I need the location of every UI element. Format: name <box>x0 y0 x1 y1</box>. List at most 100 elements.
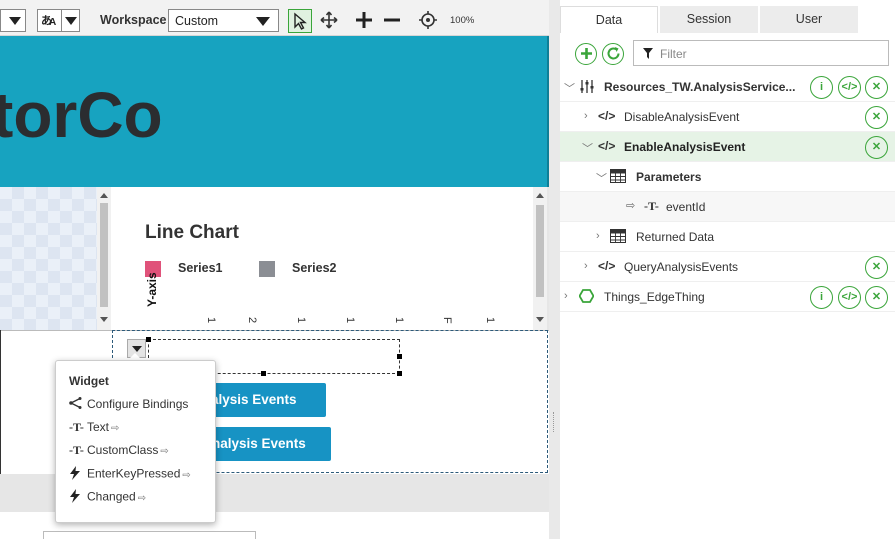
y-axis-label: Y-axis <box>145 272 159 307</box>
filter-input[interactable]: Filter <box>633 40 889 66</box>
chevron-down-icon[interactable]: ﹀ <box>596 170 607 186</box>
series2-swatch <box>259 261 275 277</box>
chart-scrollbar[interactable] <box>533 187 547 330</box>
left-scrollbar[interactable] <box>97 187 111 330</box>
panel-border <box>0 330 1 474</box>
language-dropdown-button[interactable] <box>61 9 80 32</box>
x-tick-label: 2 <box>246 317 258 324</box>
tree-label: Resources_TW.AnalysisService... <box>604 80 796 94</box>
menu-item-label: Changed <box>87 489 136 504</box>
tree-label: DisableAnalysisEvent <box>624 110 740 124</box>
workspace-label: Workspace <box>100 13 167 27</box>
tree-row-enable-analysis-event[interactable]: ﹀ </> EnableAnalysisEvent ✕ <box>560 132 895 162</box>
tab-user[interactable]: User <box>760 6 858 33</box>
builder-toolbar: あ A Workspace Custom 100% <box>0 0 556 36</box>
menu-item-label: Text <box>87 420 110 434</box>
info-icon[interactable]: i <box>810 286 833 309</box>
refresh-icon[interactable] <box>602 43 624 65</box>
service-code-icon: </> <box>598 139 616 153</box>
remove-icon[interactable]: ✕ <box>865 106 888 129</box>
panel-tabs: Data Session User <box>560 6 895 33</box>
x-tick-label: 1 <box>205 317 217 324</box>
select-pointer-icon[interactable] <box>288 9 312 33</box>
series2-label: Series2 <box>292 261 337 275</box>
panel-splitter[interactable] <box>549 0 560 539</box>
chevron-down-icon[interactable]: ﹀ <box>582 140 593 156</box>
header-banner[interactable]: torCo <box>0 36 549 187</box>
resize-handle[interactable] <box>146 337 151 342</box>
thing-hexagon-icon <box>578 289 595 306</box>
chevron-down-icon[interactable]: ﹀ <box>564 80 575 96</box>
remove-icon[interactable]: ✕ <box>865 286 888 309</box>
service-code-icon: </> <box>598 109 616 123</box>
menu-arrow-icon: ⇨ <box>111 423 120 434</box>
remove-icon[interactable]: ✕ <box>865 136 888 159</box>
line-chart-widget[interactable]: Line Chart Series1 Series2 Y-axis 1 2 1 1 1 F… <box>111 187 547 330</box>
resize-handle[interactable] <box>261 371 266 376</box>
menu-arrow-icon: ⇨ <box>160 446 169 457</box>
bottom-widget[interactable] <box>43 531 256 539</box>
code-icon[interactable]: </> <box>838 76 861 99</box>
tab-session[interactable]: Session <box>660 6 758 33</box>
language-icon[interactable]: あ A <box>37 9 62 32</box>
service-code-icon: </> <box>598 259 616 273</box>
chart-title: Line Chart <box>145 222 239 243</box>
enable-analysis-events-button[interactable]: nalysis Events <box>196 427 331 461</box>
menu-item-configure-bindings[interactable]: Configure Bindings <box>69 397 188 415</box>
menu-arrow-icon: ⇨ <box>137 492 147 504</box>
data-panel: Data Session User Filter ﹀ Resources_TW.… <box>560 0 895 539</box>
table-icon <box>610 229 626 246</box>
fit-target-icon[interactable] <box>417 9 441 33</box>
workspace-select[interactable]: Custom <box>168 9 279 32</box>
widget-context-menu: Widget Configure Bindings -T- Text ⇨ -T- Cu… <box>55 360 216 523</box>
button-label: alysis Events <box>211 392 297 407</box>
chevron-right-icon[interactable]: › <box>564 290 568 302</box>
resize-handle[interactable] <box>397 354 402 359</box>
zoom-out-icon[interactable] <box>381 9 405 33</box>
menu-item-label: Configure Bindings <box>87 397 189 411</box>
chevron-right-icon[interactable]: › <box>584 260 588 272</box>
series1-label: Series1 <box>178 261 223 275</box>
workspace-value: Custom <box>175 14 219 28</box>
zoom-in-icon[interactable] <box>353 9 377 33</box>
menu-item-customclass[interactable]: -T- CustomClass ⇨ <box>69 443 169 461</box>
tree-row-resource[interactable]: ﹀ Resources_TW.AnalysisService... i </> … <box>560 72 895 102</box>
tree-row-returned-data[interactable]: › Returned Data <box>560 222 895 252</box>
mashup-builder: あ A Workspace Custom 100% torCo Line Cha… <box>0 0 895 539</box>
x-tick-label: 1 <box>393 317 405 324</box>
filter-placeholder: Filter <box>660 47 687 61</box>
chevron-right-icon[interactable]: › <box>596 230 600 242</box>
tree-row-disable-analysis-event[interactable]: › </> DisableAnalysisEvent ✕ <box>560 102 895 132</box>
tree-row-things-edgething[interactable]: › Things_EdgeThing i </> ✕ <box>560 282 895 312</box>
tree-label: QueryAnalysisEvents <box>624 260 739 274</box>
tree-row-query-analysis-events[interactable]: › </> QueryAnalysisEvents ✕ <box>560 252 895 282</box>
resize-handle[interactable] <box>397 371 402 376</box>
tree-row-eventid[interactable]: ⇨ -T- eventId <box>560 192 895 222</box>
event-bolt-icon <box>69 466 87 483</box>
layout-dropdown-button[interactable] <box>6 9 26 32</box>
remove-icon[interactable]: ✕ <box>865 76 888 99</box>
menu-item-label: EnterKeyPressed <box>87 466 181 481</box>
menu-item-enterkeypressed[interactable]: EnterKeyPressed ⇨ <box>69 466 191 484</box>
remove-icon[interactable]: ✕ <box>865 256 888 279</box>
tree-label: eventId <box>666 200 706 214</box>
chevron-right-icon[interactable]: › <box>584 110 588 122</box>
code-icon[interactable]: </> <box>838 286 861 309</box>
disable-analysis-events-button[interactable]: alysis Events <box>203 383 326 417</box>
tree-label: Parameters <box>636 170 702 184</box>
menu-item-text[interactable]: -T- Text ⇨ <box>69 420 119 438</box>
menu-title: Widget <box>69 374 109 388</box>
info-icon[interactable]: i <box>810 76 833 99</box>
filter-icon <box>643 48 653 59</box>
tree-label: EnableAnalysisEvent <box>624 140 746 154</box>
table-icon <box>610 169 626 186</box>
empty-grid-area <box>0 187 97 330</box>
add-data-icon[interactable] <box>575 43 597 65</box>
menu-item-changed[interactable]: Changed ⇨ <box>69 489 146 507</box>
x-tick-label: F <box>441 317 453 324</box>
tab-data[interactable]: Data <box>560 6 658 33</box>
resource-icon <box>580 79 595 97</box>
tree-row-parameters[interactable]: ﹀ Parameters <box>560 162 895 192</box>
move-icon[interactable] <box>318 9 342 33</box>
banner-logo-text: torCo <box>0 79 163 151</box>
